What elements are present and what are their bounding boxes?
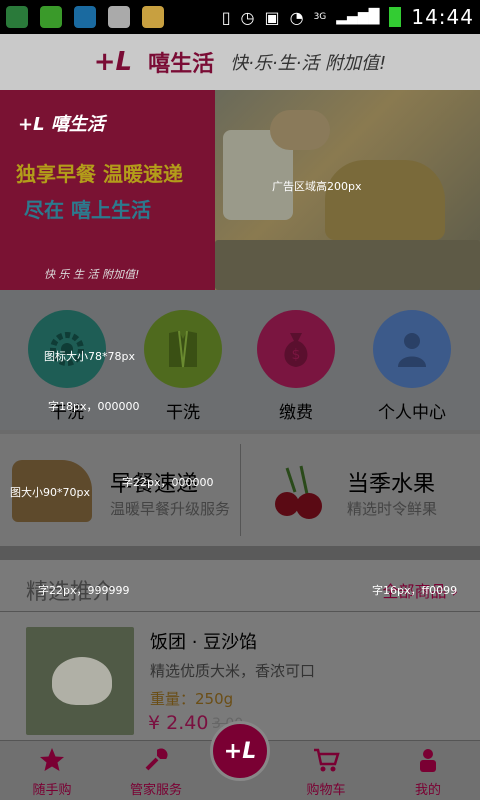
section-divider (0, 546, 480, 560)
promo-subtitle: 精选时令鲜果 (347, 500, 438, 518)
category-label: 个人中心 (378, 403, 446, 423)
more-font-note: 字16px，ff0099 (372, 584, 458, 597)
promo-row: 早餐速递 温暖早餐升级服务 当季水果 精选时令鲜果 图大小90*70px 字22… (0, 434, 480, 546)
banner-logo: +L 嘻生活 (18, 114, 105, 135)
promo-subtitle: 温暖早餐升级服务 (110, 500, 231, 518)
nfc-icon: ▣ (264, 7, 280, 27)
alarm-icon: ◷ (240, 7, 255, 27)
product-description: 精选优质大米，香浓可口 (150, 662, 316, 680)
tab-butler-service[interactable]: 管家服务 (108, 747, 204, 798)
product-name: 饭团 · 豆沙馅 (150, 632, 258, 653)
tab-mine[interactable]: 我的 (380, 747, 476, 798)
clock: 14:44 (411, 5, 474, 29)
chat-icon (74, 6, 96, 28)
logo-text: 嘻生活 (148, 52, 215, 77)
rice-ball-image (52, 657, 112, 705)
mail-icon (142, 6, 164, 28)
tab-quick-buy[interactable]: 随手购 (4, 747, 100, 798)
network-type: 3G (313, 12, 327, 22)
tab-label: 随手购 (32, 783, 72, 798)
banner-headline-2: 尽在 嘻上生活 (24, 198, 151, 222)
tab-label: 我的 (414, 783, 441, 798)
header-slogan: 快·乐·生·活 附加值! (230, 53, 387, 74)
tab-label: 购物车 (306, 783, 346, 798)
image-size-note: 图大小90*70px (10, 486, 90, 499)
cart-icon (314, 748, 340, 772)
product-image (26, 627, 134, 735)
battery-icon (389, 7, 402, 27)
notification-icons (6, 6, 164, 28)
status-bar: ▯ ◷ ▣ ◔ 3G ▂▄▆█ 14:44 (0, 0, 480, 34)
tab-cart[interactable]: 购物车 (278, 747, 374, 798)
signal-icon: ▂▄▆█ (336, 9, 380, 25)
suit-icon (144, 310, 222, 388)
person-icon (373, 310, 451, 388)
star-icon (40, 748, 64, 771)
svg-text:$: $ (292, 347, 301, 363)
breakfast-tile-image (215, 240, 480, 290)
product-weight: 重量：250g (150, 690, 234, 708)
recommend-header: 精选推介 全部商品 › 字22px，999999 字16px，ff0099 (0, 560, 480, 612)
banner-headline-1: 独享早餐 温暖速递 (16, 162, 183, 186)
tab-label: 管家服务 (129, 783, 182, 798)
banner-footer: 快 乐 生 活 附加值! (44, 268, 140, 281)
label-font-note: 字18px，000000 (48, 400, 140, 413)
category-item-2[interactable]: 干洗 (133, 310, 233, 423)
sandwich-image (325, 160, 445, 240)
wrench-icon (145, 748, 168, 771)
bottom-tab-bar: 随手购 管家服务 +L 购物车 我的 (0, 721, 480, 800)
promo-title: 当季水果 (347, 472, 436, 497)
wechat-icon (108, 6, 130, 28)
eggs-image (270, 110, 330, 150)
promo-font-note: 字22px，000000 (122, 476, 214, 489)
product-price: ¥ 2.40 (148, 712, 209, 734)
app-header: +L 嘻生活 快·乐·生·活 附加值! (0, 34, 480, 90)
category-item-4[interactable]: 个人中心 (362, 310, 462, 423)
banner-text-panel: +L 嘻生活 独享早餐 温暖速递 尽在 嘻上生活 快 乐 生 活 附加值! (0, 90, 215, 290)
vibrate-icon: ▯ (221, 7, 231, 27)
app-notification-icon (6, 6, 28, 28)
banner-size-note: 广告区域高200px (272, 180, 362, 193)
shield-icon (40, 6, 62, 28)
user-icon (420, 749, 436, 772)
money-bag-icon: $ (257, 310, 335, 388)
category-label: 干洗 (166, 403, 200, 423)
cherry-image (267, 462, 331, 524)
category-row: 干洗 干洗 $ 缴费 个人中心 图标大小78*78px 字18px，000000 (0, 290, 480, 430)
ad-banner[interactable]: +L 嘻生活 独享早餐 温暖速递 尽在 嘻上生活 快 乐 生 活 附加值! 广告… (0, 90, 480, 290)
category-item-3[interactable]: $ 缴费 (246, 310, 346, 423)
home-center-button[interactable]: +L (210, 721, 270, 781)
recommend-font-note: 字22px，999999 (38, 584, 130, 597)
logo-mark: +L (93, 47, 133, 77)
category-label: 缴费 (279, 403, 313, 423)
icon-size-note: 图标大小78*78px (44, 350, 135, 363)
wifi-icon: ◔ (289, 7, 304, 27)
promo-fruit[interactable]: 当季水果 精选时令鲜果 (241, 434, 480, 546)
